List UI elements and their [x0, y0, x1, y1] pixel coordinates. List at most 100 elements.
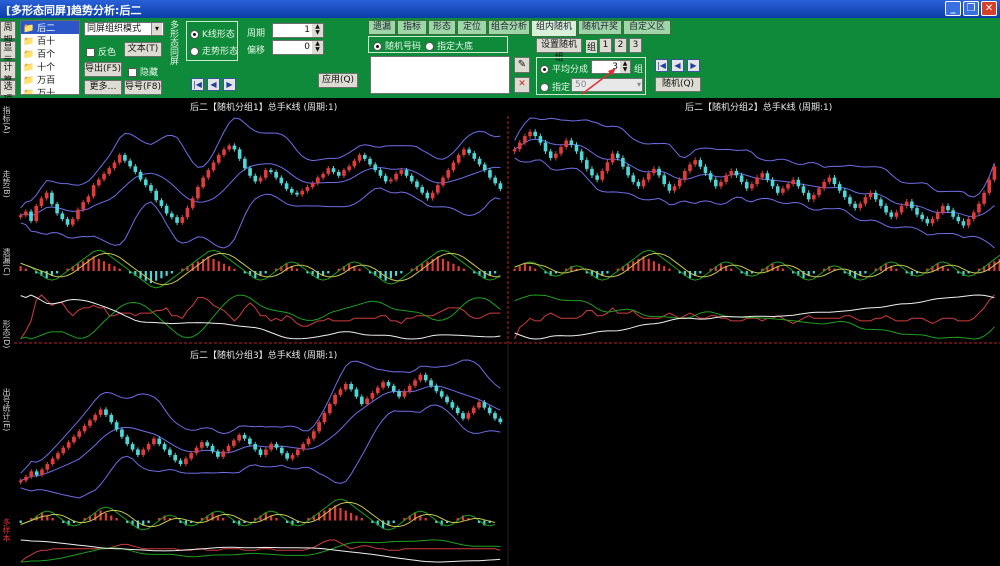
maximize-button[interactable]: ❐: [963, 1, 979, 16]
number-textarea[interactable]: [370, 56, 510, 94]
panel-side-label: 多形态同屏: [168, 20, 178, 65]
candle-body: [88, 420, 92, 426]
random-button[interactable]: 随机(Q): [655, 77, 701, 92]
candle-body: [477, 158, 482, 165]
candle-body: [806, 192, 811, 200]
next-icon[interactable]: ▶: [687, 59, 700, 72]
candle-body: [170, 213, 174, 218]
candle-body: [445, 396, 449, 403]
group-1-button[interactable]: 1: [599, 38, 612, 53]
group-2-button[interactable]: 2: [614, 38, 627, 53]
candle-body: [362, 155, 367, 159]
candle-body: [992, 166, 997, 180]
candle-body: [130, 444, 135, 450]
candle-body: [44, 192, 49, 199]
candle-body: [590, 168, 594, 176]
avg-unit-label: 组: [634, 65, 644, 75]
candle-body: [493, 413, 497, 419]
trend-radio[interactable]: 走势形态: [190, 44, 238, 57]
candle-body: [693, 160, 697, 165]
close-button[interactable]: ✕: [981, 1, 997, 16]
candle-body: [930, 218, 935, 224]
candle-body: [311, 431, 316, 439]
tab-custom-area[interactable]: 自定义区: [623, 20, 671, 35]
candle-body: [164, 205, 169, 214]
candle-body: [141, 449, 146, 455]
edit-icon[interactable]: ✎: [514, 57, 530, 73]
tool-calc-button[interactable]: 计算: [0, 61, 16, 86]
fixed-count-radio[interactable]: 指定: [540, 80, 570, 93]
apply-button[interactable]: 应用(Q): [318, 73, 358, 88]
tab-position[interactable]: 定位: [457, 20, 487, 35]
export-button[interactable]: 导出(F5): [84, 62, 122, 77]
tab-missing[interactable]: 遗漏: [368, 20, 396, 35]
set-random-group-button[interactable]: 设置随机组: [536, 38, 582, 63]
candle-body: [326, 168, 331, 174]
candle-body: [724, 175, 728, 182]
invert-checkbox[interactable]: 反色: [86, 45, 116, 58]
candle-body: [136, 449, 140, 455]
candle-body: [713, 179, 718, 187]
candle-body: [77, 431, 82, 437]
candle-body: [349, 383, 353, 390]
clear-icon[interactable]: ✕: [514, 77, 530, 93]
tab-combo-analysis[interactable]: 组合分析: [488, 20, 530, 35]
offset-input[interactable]: 0 ▲ ▼: [272, 40, 324, 55]
candle-body: [333, 394, 337, 404]
position-list[interactable]: 📁 后二 📁 百十 📁 百个 📁 十个 📁 万百 📁 万十: [20, 20, 80, 95]
candle-body: [327, 403, 332, 414]
text-button[interactable]: 文本(T): [124, 42, 162, 57]
list-item[interactable]: 📁 百个: [21, 47, 79, 60]
mode-select[interactable]: 同屏组织模式 ▾: [84, 22, 164, 36]
list-item[interactable]: 📁 百十: [21, 34, 79, 47]
spinner-icon[interactable]: ▲ ▼: [312, 41, 323, 54]
group-3-button[interactable]: 3: [629, 38, 642, 53]
fixed-base-radio[interactable]: 指定大底: [425, 39, 473, 52]
tool-display-button[interactable]: 显示: [0, 41, 16, 66]
kline-radio[interactable]: K线形态: [190, 27, 235, 40]
candle-body: [842, 190, 847, 198]
period-input[interactable]: 1 ▲ ▼: [272, 23, 324, 38]
candle-body: [201, 177, 205, 188]
spinner-icon[interactable]: ▲ ▼: [620, 61, 630, 73]
candle-body: [133, 166, 138, 172]
candle-body: [915, 208, 919, 215]
candle-body: [289, 188, 294, 193]
list-item[interactable]: 📁 十个: [21, 60, 79, 73]
prev-icon[interactable]: ◀: [671, 59, 684, 72]
tool-period-button[interactable]: 周期: [0, 21, 16, 46]
first-icon[interactable]: |◀: [655, 59, 668, 72]
first-page-icon[interactable]: |◀: [191, 78, 204, 91]
spinner-icon[interactable]: ▲ ▼: [312, 24, 323, 37]
random-number-radio[interactable]: 随机号码: [373, 39, 421, 52]
tab-pattern[interactable]: 形态: [428, 20, 456, 35]
candle-body: [466, 413, 471, 419]
hide-checkbox[interactable]: 隐藏: [128, 65, 158, 78]
candle-body: [621, 157, 625, 167]
tab-indicator[interactable]: 指标: [397, 20, 427, 35]
tool-options-button[interactable]: 选项: [0, 80, 16, 105]
minimize-button[interactable]: _: [945, 1, 961, 16]
tab-group-random[interactable]: 组内随机: [531, 20, 577, 37]
candle-body: [210, 445, 215, 452]
list-item[interactable]: 📁 万百: [21, 73, 79, 86]
list-item[interactable]: 📁 后二: [21, 21, 79, 34]
candle-body: [300, 190, 305, 195]
candle-body: [894, 212, 899, 217]
candle-body: [781, 188, 785, 193]
list-item[interactable]: 📁 万十: [21, 86, 79, 94]
candle-body: [76, 209, 80, 220]
candle-body: [729, 171, 734, 176]
print-number-button[interactable]: 导号(F8): [124, 80, 162, 95]
candle-body: [216, 155, 221, 163]
more-button[interactable]: 更多…: [84, 80, 122, 95]
candle-body: [868, 192, 873, 198]
candle-body: [652, 168, 656, 174]
candle-body: [662, 175, 667, 185]
tab-random-draw[interactable]: 随机开奖: [578, 20, 622, 35]
next-icon[interactable]: ▶: [223, 78, 236, 91]
prev-icon[interactable]: ◀: [207, 78, 220, 91]
candle-body: [966, 218, 971, 226]
candle-body: [977, 203, 981, 213]
candle-body: [708, 173, 713, 180]
